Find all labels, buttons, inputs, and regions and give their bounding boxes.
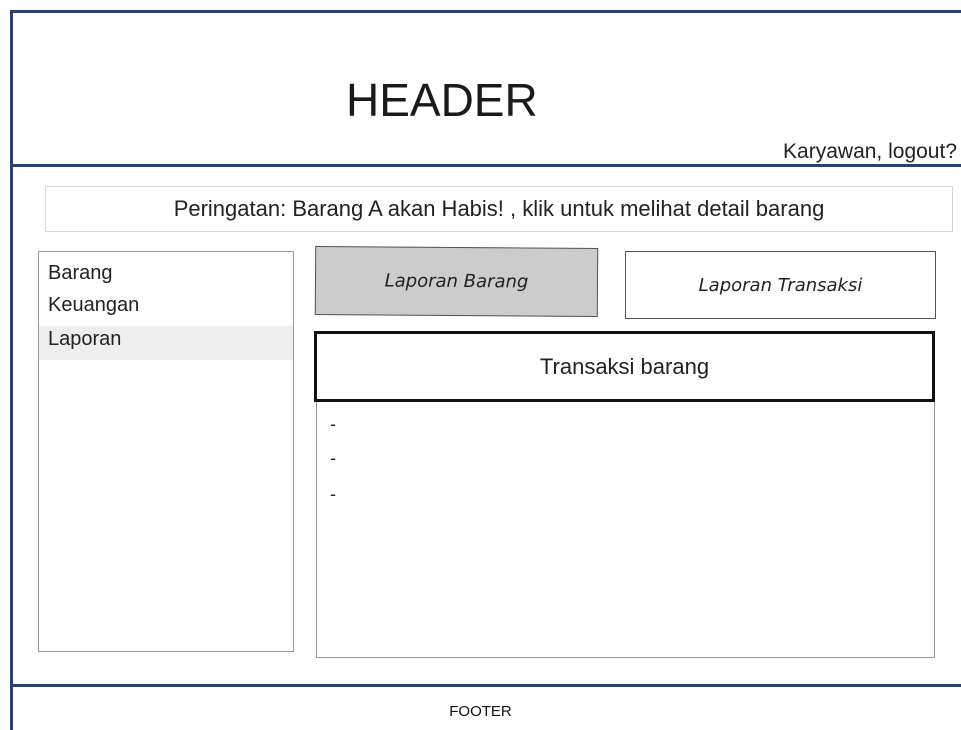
stock-warning-alert[interactable]: Peringatan: Barang A akan Habis! , klik … — [45, 186, 953, 232]
header-title: HEADER — [346, 74, 538, 126]
transaction-list-panel — [316, 400, 935, 658]
panel-title: Transaksi barang — [314, 331, 935, 402]
footer-divider — [10, 684, 961, 687]
footer-label: FOOTER — [449, 703, 512, 720]
sidebar-item-keuangan[interactable]: Keuangan — [39, 292, 293, 326]
laporan-barang-button[interactable]: Laporan Barang — [314, 246, 599, 317]
sidebar-item-barang[interactable]: Barang — [39, 252, 293, 292]
laporan-transaksi-button[interactable]: Laporan Transaksi — [625, 251, 936, 319]
sidebar-item-laporan[interactable]: Laporan — [39, 326, 293, 360]
frame-top-line — [10, 10, 961, 13]
list-item: - — [330, 484, 336, 504]
list-item: - — [330, 448, 336, 468]
logout-link[interactable]: Karyawan, logout? — [783, 138, 957, 166]
list-item: - — [330, 414, 336, 434]
frame-left-line — [10, 10, 13, 730]
sidebar-menu: Barang Keuangan Laporan — [38, 251, 294, 652]
